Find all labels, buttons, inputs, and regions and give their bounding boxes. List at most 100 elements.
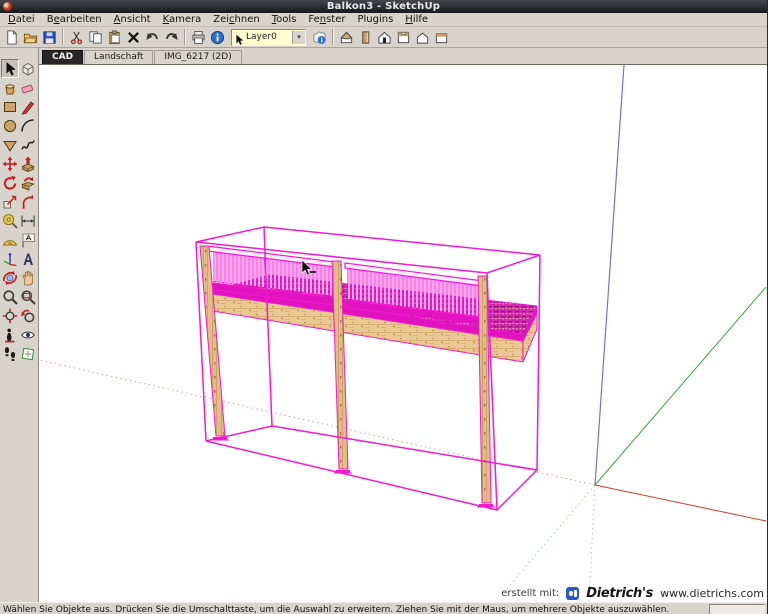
model-info-icon: [210, 30, 225, 44]
layer-combo[interactable]: Layer0 ▾: [231, 28, 306, 46]
position-camera-icon: [5, 328, 15, 342]
menu-plugins[interactable]: Plugins: [351, 13, 399, 26]
zoom-window-icon: [21, 290, 36, 305]
tool-rectangle-button[interactable]: [1, 97, 19, 116]
tool-circle-button[interactable]: [1, 116, 19, 135]
layer-combo-dropdown-icon[interactable]: ▾: [292, 30, 305, 44]
menu-fenster[interactable]: Fenster: [302, 13, 351, 26]
copy-button[interactable]: [86, 28, 105, 46]
tool-zoom-extents-button[interactable]: [1, 306, 19, 325]
status-message: Wählen Sie Objekte aus. Drücken Sie die …: [3, 605, 670, 614]
menu-datei[interactable]: Datei: [2, 13, 41, 26]
tool-push-pull-button[interactable]: [19, 154, 37, 173]
select-arrow-icon: [236, 34, 244, 45]
rotate-icon: [3, 175, 17, 190]
tool-look-around-button[interactable]: [19, 325, 37, 344]
arc-icon: [21, 118, 34, 132]
title-bar: Balkon3 - SketchUp: [0, 0, 767, 13]
menu-tools[interactable]: Tools: [266, 13, 303, 26]
window-title: Balkon3 - SketchUp: [326, 1, 441, 12]
scale-icon: [3, 195, 17, 208]
scene-tab-cad[interactable]: CAD: [42, 50, 84, 64]
undo-button[interactable]: [143, 28, 162, 46]
view-right-icon: [362, 30, 370, 44]
tool-text-button[interactable]: [19, 230, 37, 249]
paint-bucket-icon: [5, 83, 17, 94]
tool-tape-measure-button[interactable]: [1, 211, 19, 230]
toolbar-separator: [184, 29, 186, 45]
scene-tab-img-6217-2d-[interactable]: IMG_6217 (2D): [154, 50, 242, 64]
view-right-button[interactable]: [356, 28, 375, 46]
save-button[interactable]: [40, 28, 59, 46]
menu-kamera[interactable]: Kamera: [157, 13, 208, 26]
open-folder-button[interactable]: [21, 28, 40, 46]
tool-move-button[interactable]: [1, 154, 19, 173]
dietrichs-logo-icon: [566, 587, 580, 600]
menu-bearbeiten[interactable]: Bearbeiten: [41, 13, 108, 26]
view-back-button[interactable]: [413, 28, 432, 46]
watermark: erstellt mit: Dietrich's www.dietrichs.c…: [501, 586, 764, 601]
tool-position-camera-button[interactable]: [1, 325, 19, 344]
tool-previous-button[interactable]: [19, 306, 37, 325]
polygon-icon: [3, 140, 17, 152]
redo-button[interactable]: [162, 28, 181, 46]
tool-rotate-button[interactable]: [1, 173, 19, 192]
tool-dimension-button[interactable]: [19, 211, 37, 230]
save-icon: [43, 30, 56, 44]
tool-select-button[interactable]: [1, 59, 19, 78]
view-front-button[interactable]: [375, 28, 394, 46]
3d-viewport[interactable]: [39, 65, 767, 602]
menu-hilfe[interactable]: Hilfe: [399, 13, 434, 26]
zoom-extents-icon: [2, 308, 18, 323]
balcony-model[interactable]: [195, 226, 541, 511]
view-front-icon: [378, 31, 391, 44]
tool-freehand-button[interactable]: [19, 135, 37, 154]
tool-protractor-button[interactable]: [1, 230, 19, 249]
cut-button[interactable]: [67, 28, 86, 46]
measurement-box[interactable]: [709, 603, 765, 614]
tool-paint-bucket-button[interactable]: [1, 78, 19, 97]
tape-measure-icon: [3, 213, 18, 229]
follow-me-icon: [20, 176, 35, 191]
tool-follow-me-button[interactable]: [19, 173, 37, 192]
model-info-button[interactable]: [208, 28, 227, 46]
delete-button[interactable]: [124, 28, 143, 46]
menu-zeichnen[interactable]: Zeichnen: [207, 13, 265, 26]
freehand-icon: [21, 139, 35, 150]
axes-icon: [3, 252, 17, 266]
tool-arc-button[interactable]: [19, 116, 37, 135]
undo-icon: [146, 32, 158, 40]
view-back-icon: [416, 32, 429, 44]
walk-icon: [4, 346, 16, 361]
paste-icon: [109, 29, 120, 44]
menu-ansicht[interactable]: Ansicht: [108, 13, 157, 26]
view-left-button[interactable]: [432, 28, 451, 46]
print-button[interactable]: [189, 28, 208, 46]
tool-offset-button[interactable]: [19, 192, 37, 211]
scene-tab-landschaft[interactable]: Landschaft: [84, 50, 154, 64]
tool-walk-button[interactable]: [1, 344, 19, 363]
drawing-canvas[interactable]: erstellt mit: Dietrich's www.dietrichs.c…: [39, 65, 767, 602]
zoom-icon: [3, 289, 18, 305]
tool-pan-button[interactable]: [19, 268, 37, 287]
tool-scale-button[interactable]: [1, 192, 19, 211]
tool-3d-text-button[interactable]: [19, 249, 37, 268]
tool-section-plane-button[interactable]: [19, 344, 37, 363]
view-iso-button[interactable]: [337, 28, 356, 46]
pan-icon: [22, 270, 34, 285]
tool-zoom-window-button[interactable]: [19, 287, 37, 306]
view-top-icon: [397, 31, 410, 43]
tool-line-button[interactable]: [19, 97, 37, 116]
tool-zoom-button[interactable]: [1, 287, 19, 306]
tool-axes-button[interactable]: [1, 249, 19, 268]
paste-button[interactable]: [105, 28, 124, 46]
view-top-button[interactable]: [394, 28, 413, 46]
new-file-button[interactable]: [2, 28, 21, 46]
entity-info-button[interactable]: [310, 28, 329, 46]
tool-make-component-button[interactable]: [19, 59, 37, 78]
tool-polygon-button[interactable]: [1, 135, 19, 154]
tool-eraser-button[interactable]: [19, 78, 37, 97]
tool-orbit-button[interactable]: [1, 268, 19, 287]
tool-palette: [0, 48, 39, 602]
cut-icon: [70, 31, 83, 44]
